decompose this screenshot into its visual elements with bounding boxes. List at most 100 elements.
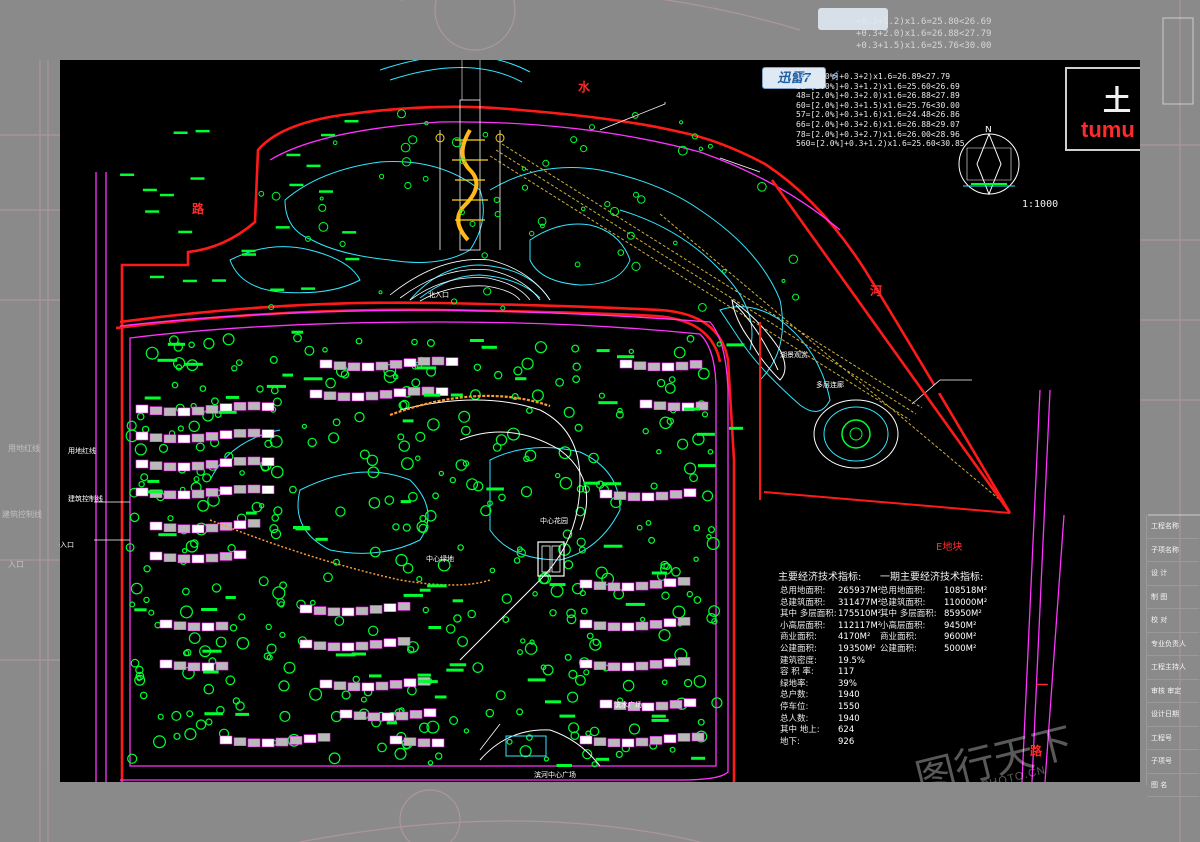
tree-mark (466, 478, 479, 491)
indicator-row: 总建筑面积: 311477M² (780, 596, 881, 608)
building-unit (233, 429, 247, 438)
svg-text:+0.3+1.5)x1.6=25.76<30.00: +0.3+1.5)x1.6=25.76<30.00 (856, 41, 991, 51)
elevation-note: 78=[2.0%]+0.3+2.7)x1.6=26.00<28.96 (796, 129, 960, 139)
tag-mark (242, 253, 256, 256)
building-unit (445, 357, 459, 366)
tree-mark (288, 485, 297, 494)
building-unit (247, 519, 261, 528)
tree-mark (445, 624, 456, 634)
tree-mark (501, 593, 512, 604)
indicator-label: 小高层面积: (880, 620, 926, 631)
tag-mark (386, 721, 397, 725)
building-unit (337, 392, 351, 402)
tree-mark (481, 252, 488, 259)
tree-mark (401, 457, 414, 471)
tree-mark (309, 599, 316, 606)
tree-mark (473, 481, 484, 492)
tree-mark (648, 536, 656, 544)
tree-mark (205, 718, 213, 726)
tree-mark (669, 746, 676, 753)
indicator-value: 5000M² (944, 644, 977, 654)
tree-mark (679, 120, 684, 125)
tree-mark (140, 473, 149, 482)
building-unit (669, 700, 683, 709)
building-unit (431, 356, 445, 366)
building-unit (655, 491, 669, 501)
tree-mark (404, 181, 412, 190)
tree-mark (633, 191, 639, 198)
tree-mark (457, 636, 469, 647)
indicator-label: 容 积 率: (780, 667, 814, 678)
tree-mark (424, 509, 437, 522)
elevation-note: 16=[2.0%]+0.3+2)x1.6=26.89<27.79 (796, 72, 951, 81)
tag-mark (369, 674, 382, 678)
building-unit (327, 642, 341, 652)
tree-mark (589, 124, 595, 131)
indicator-row: 停车位: 1550 (780, 700, 860, 712)
elevation-note: 66=[2.0%]+0.3+2.6)x1.6=26.88<29.07 (796, 119, 960, 129)
tree-mark (542, 664, 554, 676)
scale-label: 1:1000 (1022, 199, 1059, 210)
tree-mark (711, 697, 723, 709)
tree-mark (203, 337, 215, 350)
tag-mark (293, 526, 310, 529)
building-unit (663, 734, 677, 743)
indicator-value: 624 (838, 725, 855, 736)
building-unit (159, 659, 173, 669)
label-multi-corridor: 多层连廊 (816, 381, 844, 389)
building-unit (375, 361, 389, 371)
indicator-label: 总建筑面积: (880, 597, 926, 608)
indicator-value: 110000M² (944, 597, 988, 608)
tree-mark (550, 584, 564, 598)
building-unit (667, 402, 681, 412)
tag-mark (595, 757, 609, 761)
north-arrow-icon: N (958, 125, 1020, 196)
tag-mark (402, 419, 414, 423)
building-unit (163, 490, 177, 500)
indicator-row: 总户数: 1940 (780, 688, 860, 700)
tree-mark (642, 428, 649, 435)
tree-mark (415, 431, 426, 442)
building-unit (653, 401, 667, 410)
cad-drawing-frame: 水 河 路 一 路 北入口 中心花园 湖景观赏 多层连廊 滨水广场 中心绿地 滨… (60, 60, 1140, 782)
title-block-field: 工程主持人 (1147, 656, 1199, 680)
tree-mark (368, 625, 379, 637)
tree-mark (693, 524, 701, 532)
tag-mark (691, 756, 706, 760)
tree-mark (173, 732, 181, 740)
building-unit (289, 736, 303, 745)
building-unit (219, 458, 233, 467)
tree-mark (398, 440, 410, 452)
tree-mark (229, 623, 238, 632)
building-unit (299, 604, 313, 614)
tree-mark (319, 196, 324, 201)
tag-mark (158, 533, 177, 537)
building-unit (163, 462, 177, 472)
tree-mark (273, 506, 283, 516)
tag-mark (344, 120, 359, 123)
building-unit (647, 362, 661, 372)
building-unit (635, 581, 649, 591)
tree-mark (139, 691, 148, 700)
tree-mark (304, 345, 315, 356)
tree-mark (332, 140, 338, 145)
indicator-label: 绿地率: (780, 678, 809, 689)
tag-mark (147, 479, 160, 483)
building-unit (163, 407, 177, 417)
building-unit (177, 524, 191, 534)
building-unit (663, 578, 677, 587)
tree-mark (266, 643, 277, 654)
tag-mark (601, 482, 622, 486)
tag-mark (246, 511, 257, 515)
title-block-field: 工程号 (1147, 727, 1199, 750)
tree-mark (335, 506, 346, 517)
building-unit (677, 733, 691, 742)
buildings-layer (135, 356, 709, 748)
tree-mark (697, 718, 705, 726)
tag-mark (481, 345, 497, 349)
building-unit (641, 702, 655, 712)
tree-mark (526, 407, 533, 414)
label-land-red-line: 用地红线 (68, 447, 96, 455)
building-unit (639, 399, 653, 409)
tag-mark (202, 649, 222, 653)
